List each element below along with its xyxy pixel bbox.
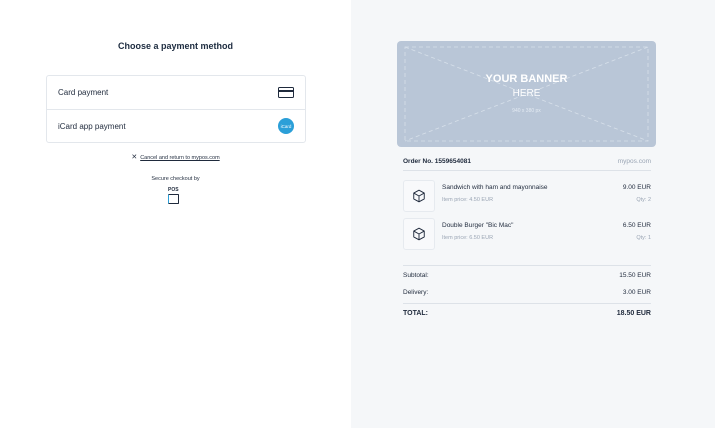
banner-size-note: 940 x 380 px <box>512 108 541 114</box>
order-number: Order No. 1559654081 <box>403 158 471 165</box>
subtotal-row: Subtotal: 15.50 EUR <box>403 272 651 279</box>
item-total: 9.00 EUR <box>622 184 651 191</box>
item-total: 6.50 EUR <box>622 222 651 229</box>
order-site: mypos.com <box>617 158 651 165</box>
mypos-logo-mark <box>168 194 179 204</box>
cancel-return-link[interactable]: Cancel and return to mypos.com <box>140 155 219 161</box>
item-thumbnail <box>403 180 435 212</box>
item-unit-price: Item price: 6.50 EUR <box>442 235 494 241</box>
order-header: Order No. 1559654081 mypos.com <box>403 158 651 165</box>
total-row: TOTAL: 18.50 EUR <box>403 310 651 317</box>
total-label: TOTAL: <box>403 310 429 317</box>
payment-panel: Choose a payment method Card payment iCa… <box>0 0 351 428</box>
card-payment-label: Card payment <box>58 88 109 97</box>
delivery-row: Delivery: 3.00 EUR <box>403 289 651 296</box>
order-item: Double Burger "Bic Mac" Item price: 6.50… <box>403 218 651 250</box>
mypos-logo-text: POS <box>168 187 179 193</box>
close-icon[interactable]: ✕ <box>131 154 137 161</box>
banner-title: YOUR BANNER <box>485 73 568 85</box>
banner-placeholder: YOUR BANNER HERE 940 x 380 px <box>397 41 656 147</box>
subtotal-value: 15.50 EUR <box>619 272 651 279</box>
order-item: Sandwich with ham and mayonnaise Item pr… <box>403 180 651 212</box>
banner-subtitle: HERE <box>512 88 541 99</box>
card-payment-option[interactable]: Card payment <box>47 76 305 109</box>
credit-card-icon <box>278 87 294 98</box>
item-unit-price: Item price: 4.50 EUR <box>442 197 494 203</box>
divider <box>403 303 651 304</box>
payment-method-title: Choose a payment method <box>117 41 234 51</box>
cancel-row: ✕ Cancel and return to mypos.com <box>0 153 351 161</box>
secure-checkout-text: Secure checkout by <box>151 176 200 182</box>
payment-methods-list: Card payment iCard app payment iCard <box>46 75 306 143</box>
item-qty: Qty: 2 <box>636 197 651 203</box>
subtotal-label: Subtotal: <box>403 272 429 279</box>
item-thumbnail <box>403 218 435 250</box>
delivery-value: 3.00 EUR <box>622 289 651 296</box>
divider <box>403 170 651 171</box>
icard-payment-label: iCard app payment <box>58 121 126 131</box>
package-icon <box>413 227 425 241</box>
delivery-label: Delivery: <box>403 289 429 296</box>
item-name: Sandwich with ham and mayonnaise <box>442 184 548 191</box>
divider <box>403 265 651 266</box>
item-name: Double Burger "Bic Mac" <box>442 222 514 229</box>
package-icon <box>413 189 425 203</box>
icard-payment-option[interactable]: iCard app payment iCard <box>47 109 305 142</box>
total-value: 18.50 EUR <box>616 310 651 317</box>
item-qty: Qty: 1 <box>636 235 651 241</box>
mypos-logo: POS <box>167 188 181 205</box>
icard-logo-icon: iCard <box>278 118 294 134</box>
